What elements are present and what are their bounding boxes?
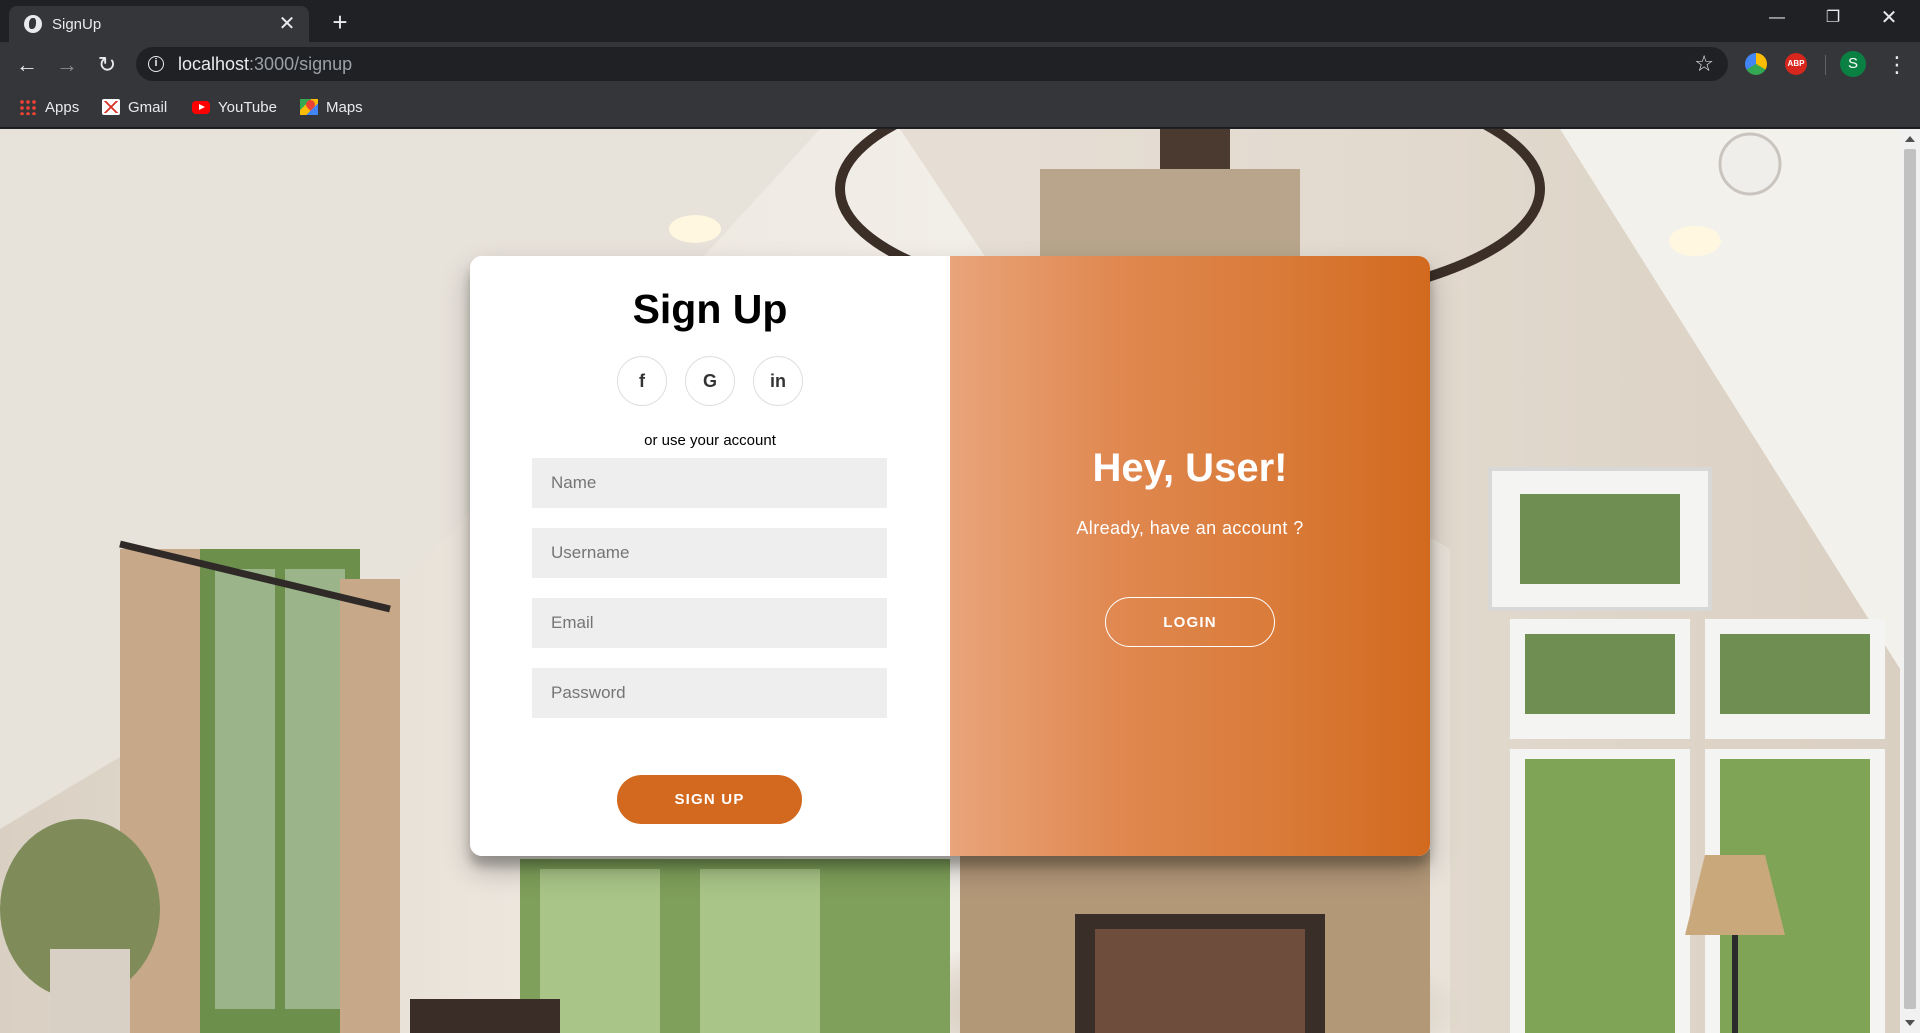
browser-toolbar: ← → ↻ i localhost:3000/signup ☆ ABP S ⋮: [0, 42, 1920, 87]
adblock-extension-icon[interactable]: ABP: [1785, 53, 1807, 75]
address-bar[interactable]: i localhost:3000/signup ☆: [136, 47, 1728, 81]
new-tab-button[interactable]: +: [325, 7, 355, 37]
login-button[interactable]: LOGIN: [1105, 597, 1275, 647]
url-path: :3000/signup: [249, 53, 353, 74]
email-field[interactable]: [532, 598, 887, 648]
bookmark-apps[interactable]: Apps: [19, 95, 79, 119]
bookmarks-bar: Apps Gmail YouTube Maps: [0, 87, 1920, 128]
apps-grid-icon: [19, 99, 37, 115]
sign-up-button[interactable]: SIGN UP: [617, 775, 802, 824]
bookmark-label: Gmail: [128, 98, 168, 116]
alternative-signup-text: or use your account: [644, 432, 776, 449]
close-tab-icon[interactable]: ✕: [277, 14, 297, 34]
forward-icon[interactable]: →: [52, 50, 82, 80]
tab-title: SignUp: [52, 15, 102, 33]
bookmark-label: Apps: [45, 98, 80, 116]
restore-icon[interactable]: ❐: [1805, 0, 1861, 36]
name-field[interactable]: [532, 458, 887, 508]
page-background: Sign Up f G in or use your account SIGN …: [0, 129, 1900, 1033]
social-login-group: f G in: [470, 356, 950, 406]
signup-card: Sign Up f G in or use your account SIGN …: [470, 256, 1430, 856]
maps-icon: [300, 99, 318, 115]
bookmark-maps[interactable]: Maps: [300, 95, 363, 119]
gmail-icon: [102, 99, 120, 115]
scrollbar-thumb[interactable]: [1904, 149, 1916, 1009]
bookmark-star-icon[interactable]: ☆: [1694, 51, 1714, 77]
page-title: Sign Up: [632, 286, 788, 332]
globe-icon: [24, 15, 42, 33]
overlay-title: Hey, User!: [1092, 446, 1288, 490]
browser-tab-strip: SignUp ✕ + — ❐ ✕: [0, 0, 1920, 42]
minimize-icon[interactable]: —: [1749, 0, 1805, 36]
scroll-up-icon[interactable]: [1905, 136, 1915, 142]
reload-icon[interactable]: ↻: [92, 50, 122, 80]
kebab-menu-icon[interactable]: ⋮: [1886, 50, 1908, 80]
bookmark-gmail[interactable]: Gmail: [102, 95, 167, 119]
password-field[interactable]: [532, 668, 887, 718]
bookmark-label: YouTube: [218, 98, 277, 116]
scroll-down-icon[interactable]: [1905, 1020, 1915, 1026]
youtube-icon: [192, 100, 210, 114]
bookmark-youtube[interactable]: YouTube: [192, 95, 277, 119]
google-icon[interactable]: G: [685, 356, 735, 406]
url-host: localhost: [178, 53, 250, 74]
overlay-text: Already, have an account ?: [1076, 518, 1304, 538]
login-overlay-panel: Hey, User! Already, have an account ? LO…: [950, 256, 1430, 856]
username-field[interactable]: [532, 528, 887, 578]
facebook-icon[interactable]: f: [617, 356, 667, 406]
page-scrollbar[interactable]: [1900, 129, 1920, 1033]
window-close-icon[interactable]: ✕: [1861, 0, 1917, 36]
browser-tab[interactable]: SignUp ✕: [9, 6, 309, 42]
toolbar-divider: [1825, 55, 1826, 75]
signup-form-panel: Sign Up f G in or use your account SIGN …: [470, 256, 950, 856]
drive-extension-icon[interactable]: [1745, 53, 1767, 75]
back-icon[interactable]: ←: [12, 50, 42, 80]
profile-avatar[interactable]: S: [1840, 51, 1866, 77]
linkedin-icon[interactable]: in: [753, 356, 803, 406]
bookmark-label: Maps: [326, 98, 363, 116]
info-icon[interactable]: i: [148, 56, 164, 72]
